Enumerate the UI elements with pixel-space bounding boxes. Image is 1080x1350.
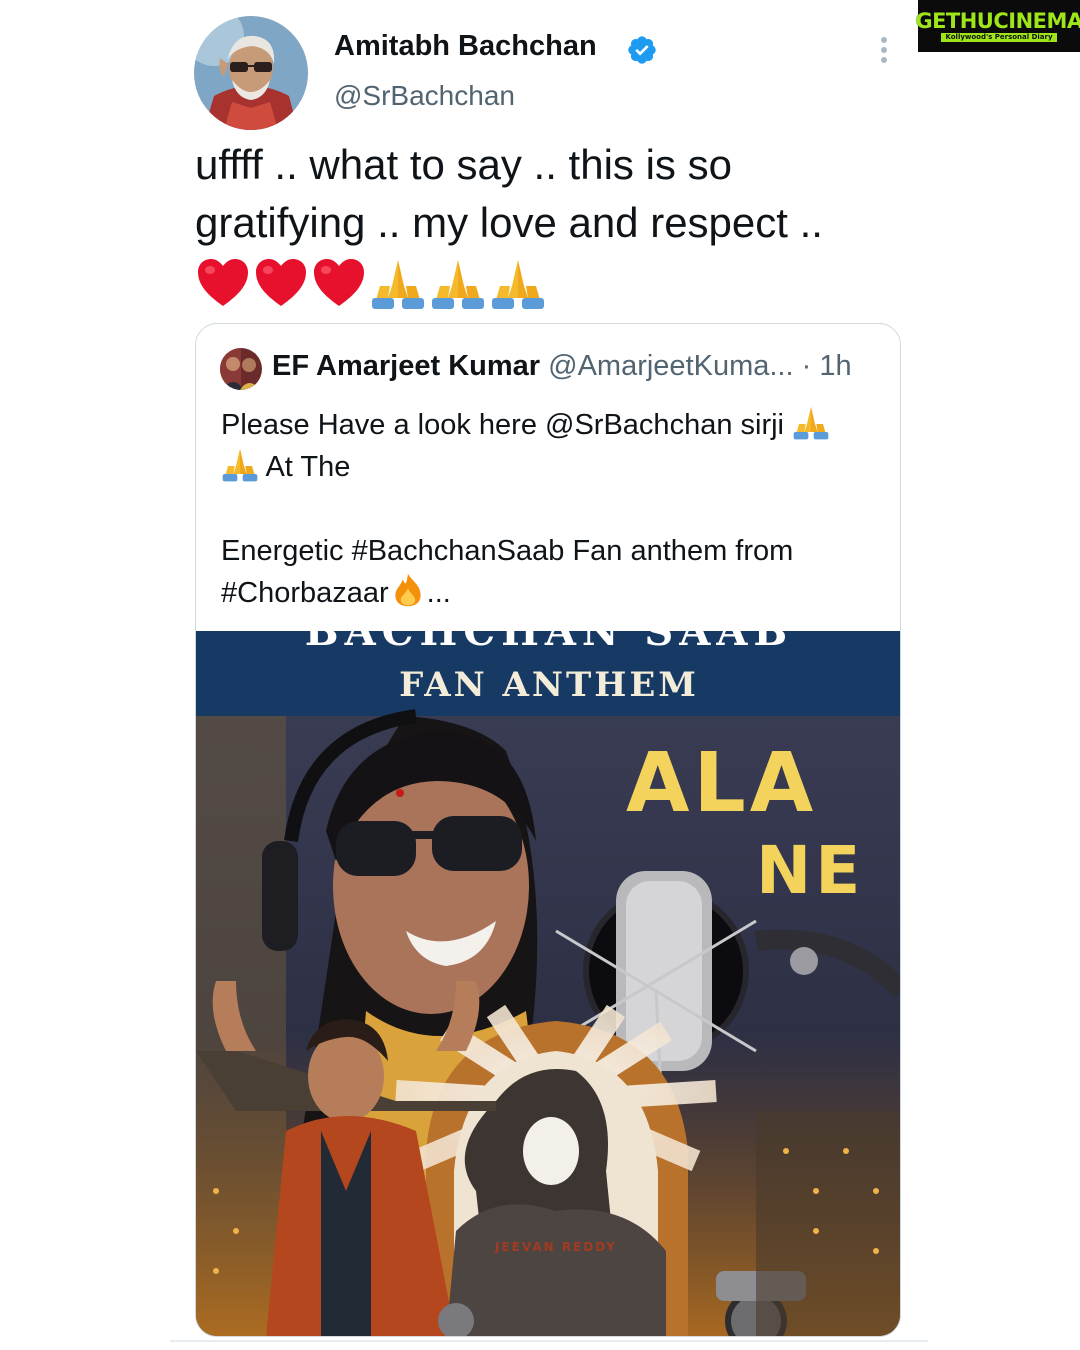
- media-banner-title: BACHCHAN SAAB: [305, 631, 793, 655]
- quoted-text-line-3: Energetic #BachchanSaab Fan anthem from: [221, 535, 794, 567]
- media-song-text-1: ALA: [626, 736, 817, 831]
- folded-hands-icon: [222, 448, 258, 482]
- tweet-emoji-row: [196, 256, 546, 310]
- red-heart-icon: [256, 259, 306, 306]
- tweet-text-line-2: gratifying .. my love and respect ..: [195, 199, 823, 246]
- quoted-text-line-4: #Chorbazaar: [221, 577, 389, 609]
- folded-hands-icon: [432, 260, 484, 309]
- verified-badge-icon: [628, 36, 656, 64]
- red-heart-icon: [314, 259, 364, 306]
- author-handle[interactable]: @SrBachchan: [334, 80, 515, 112]
- quoted-tweet-header: EF Amarjeet Kumar @AmarjeetKuma... · 1h: [272, 350, 852, 383]
- media-banner-subtitle: FAN ANTHEM: [399, 665, 699, 705]
- quoted-tweet-media[interactable]: BACHCHAN SAAB FAN ANTHEM ALA NE JEEVAN R…: [196, 631, 900, 1336]
- author-name[interactable]: Amitabh Bachchan: [334, 30, 597, 63]
- author-avatar[interactable]: [194, 16, 308, 130]
- tweet: Amitabh Bachchan @SrBachchan uffff .. wh…: [0, 0, 1080, 1350]
- tweet-divider: [170, 1340, 928, 1342]
- more-options-icon[interactable]: [872, 34, 896, 66]
- quoted-tweet-text: Please Have a look here @SrBachchan sirj…: [221, 404, 881, 614]
- quoted-tweet-card[interactable]: EF Amarjeet Kumar @AmarjeetKuma... · 1h …: [195, 323, 901, 1337]
- quoted-text-line-2: At The: [265, 451, 351, 483]
- red-heart-icon: [198, 259, 248, 306]
- media-song-text-2: NE: [756, 832, 864, 909]
- tweet-text-line-1: uffff .. what to say .. this is so: [195, 141, 732, 188]
- tweet-text: uffff .. what to say .. this is so grati…: [195, 136, 915, 252]
- quoted-author-name[interactable]: EF Amarjeet Kumar: [272, 350, 540, 382]
- folded-hands-icon: [492, 260, 544, 309]
- fire-icon: [395, 573, 421, 607]
- quoted-author-handle[interactable]: @AmarjeetKuma...: [548, 350, 793, 382]
- quoted-tweet-time[interactable]: 1h: [819, 350, 851, 382]
- quoted-text-ellipsis: ...: [426, 577, 451, 609]
- folded-hands-icon: [793, 406, 829, 440]
- quoted-text-line-1: Please Have a look here @SrBachchan sirj…: [221, 409, 784, 441]
- header-separator: ·: [801, 350, 812, 382]
- quoted-author-avatar[interactable]: [220, 348, 262, 390]
- folded-hands-icon: [372, 260, 424, 309]
- media-poster-credit: JEEVAN REDDY: [494, 1240, 617, 1254]
